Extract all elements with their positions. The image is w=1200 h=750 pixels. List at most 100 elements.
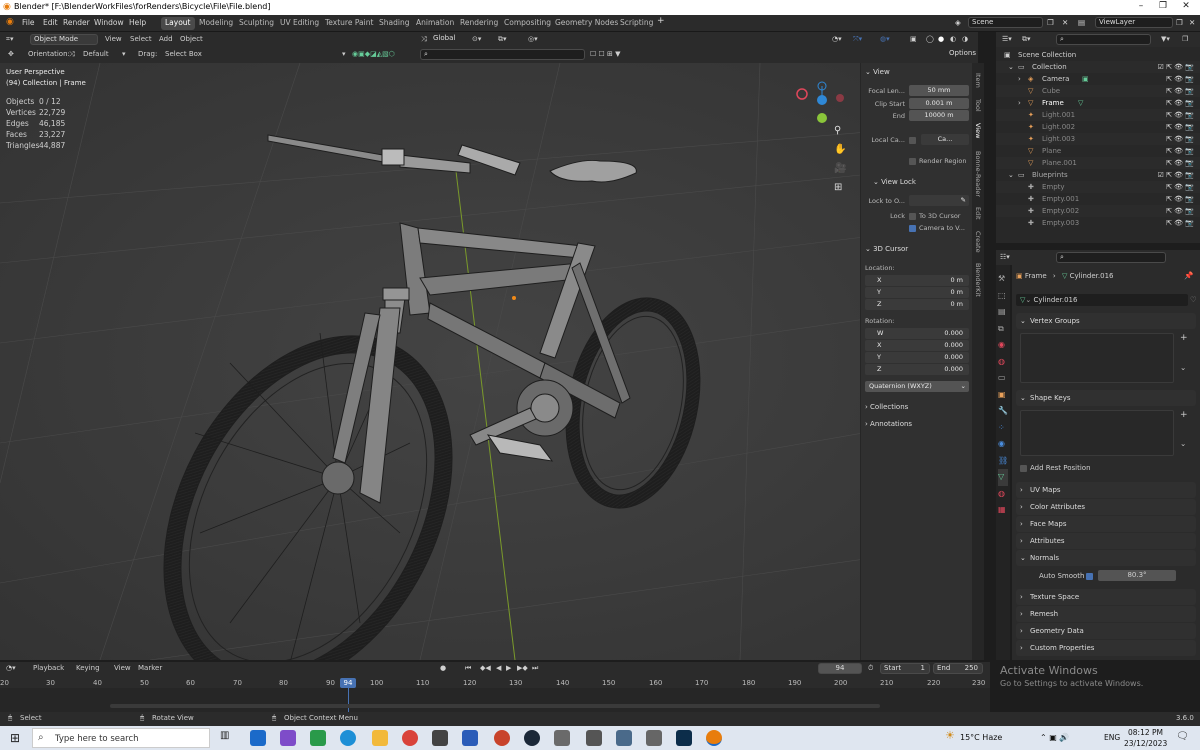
outliner-item[interactable]: ✚ Empty.001 ⇱ 👁 📷: [996, 193, 1200, 205]
timeline-editor-icon[interactable]: ◔▾: [6, 663, 16, 674]
outliner-root-row[interactable]: ▣ Scene Collection: [996, 49, 1200, 61]
play-icon[interactable]: ▶: [506, 663, 511, 674]
zoom-icon[interactable]: ⚲: [834, 125, 841, 136]
remesh-panel[interactable]: › Remesh: [1016, 606, 1196, 622]
outliner-item[interactable]: ✚ Empty ⇱ 👁 📷: [996, 181, 1200, 193]
blender-menu-icon[interactable]: ◉: [6, 17, 14, 27]
shape-key-menu-icon[interactable]: ⌄: [1180, 439, 1186, 448]
object-type-icons[interactable]: ◉▣◆◪◭▧⬡: [352, 49, 395, 60]
visibility-toggles[interactable]: ☑ ⇱ 👁 📷: [1158, 169, 1194, 181]
tab-blenderkit[interactable]: BlenderKit: [974, 263, 982, 297]
lock-to-object-field[interactable]: ✎: [909, 195, 969, 206]
3d-cursor-header[interactable]: ⌄ 3D Cursor: [865, 245, 908, 253]
tab-sculpting[interactable]: Sculpting: [235, 17, 278, 30]
pivot-icon[interactable]: ⊙▾: [472, 34, 481, 45]
menu-add[interactable]: Add: [159, 34, 173, 45]
visibility-toggles[interactable]: ⇱ 👁 📷: [1166, 109, 1194, 121]
cursor-location-z[interactable]: Z0 m: [865, 299, 969, 310]
visibility-toggles[interactable]: ⇱ 👁 📷: [1166, 181, 1194, 193]
cursor-location-x[interactable]: X0 m: [865, 275, 969, 286]
wireframe-shading-icon[interactable]: ◯: [926, 34, 934, 45]
snap-icon[interactable]: ⧉▾: [498, 34, 507, 45]
custom-properties-panel[interactable]: › Custom Properties: [1016, 640, 1196, 656]
mail-app-icon[interactable]: [250, 730, 266, 746]
cursor-rotation-w[interactable]: W 0.000: [865, 328, 969, 339]
app-icon[interactable]: [616, 730, 632, 746]
menu-playback[interactable]: Playback: [33, 663, 64, 674]
tab-rendering[interactable]: Rendering: [456, 17, 502, 30]
menu-view[interactable]: View: [114, 663, 131, 674]
3d-viewport[interactable]: ⚲ ✋ 🎥 ⊞: [0, 63, 978, 660]
tray-icons[interactable]: ⌃ ▣ 🔊: [1040, 733, 1069, 742]
camera-to-view-checkbox[interactable]: [909, 225, 916, 232]
display-mode-icon[interactable]: ⧉▾: [1022, 34, 1031, 45]
visibility-toggles[interactable]: ⇱ 👁 📷: [1166, 97, 1194, 109]
prev-keyframe-icon[interactable]: ◆◀: [480, 663, 491, 674]
outliner-item[interactable]: ✦ Light.003 ⇱ 👁 📷: [996, 133, 1200, 145]
new-scene-icon[interactable]: ❐: [1047, 18, 1054, 27]
clip-start-field[interactable]: 0.001 m: [909, 98, 969, 109]
taskbar-search-input[interactable]: ⌕ Type here to search: [32, 728, 210, 748]
add-shape-key-icon[interactable]: +: [1180, 410, 1188, 420]
word-app-icon[interactable]: [462, 730, 478, 746]
visibility-toggles[interactable]: ⇱ 👁 📷: [1166, 157, 1194, 169]
menu-help[interactable]: Help: [129, 18, 146, 27]
mode-dropdown[interactable]: Object Mode: [30, 34, 98, 45]
visibility-toggles[interactable]: ⇱ 👁 📷: [1166, 73, 1194, 85]
menu-marker[interactable]: Marker: [138, 663, 162, 674]
powerpoint-app-icon[interactable]: [494, 730, 510, 746]
fake-user-icon[interactable]: ♡: [1190, 295, 1197, 304]
scene-selector[interactable]: Scene: [968, 17, 1043, 28]
filter-icons[interactable]: ☐ ☐ ⊞ ▼: [590, 49, 620, 60]
camera-view-icon[interactable]: 🎥: [834, 161, 846, 174]
clock-date[interactable]: 23/12/2023: [1124, 739, 1167, 748]
next-keyframe-icon[interactable]: ▶◆: [517, 663, 528, 674]
filter-icon[interactable]: ▼▾: [1161, 34, 1170, 45]
filter-dropdown-icon[interactable]: ▾: [342, 49, 346, 60]
collections-header[interactable]: › Collections: [865, 403, 908, 411]
delete-scene-icon[interactable]: ✕: [1062, 18, 1068, 27]
transform-tool-icon[interactable]: ✥: [8, 49, 14, 60]
expand-icon[interactable]: ⌄: [1008, 169, 1014, 181]
properties-search-input[interactable]: ⌕: [1056, 252, 1166, 263]
current-frame-field[interactable]: 94: [818, 663, 862, 674]
photoshop-app-icon[interactable]: [676, 730, 692, 746]
tab-scripting[interactable]: Scripting: [616, 17, 657, 30]
menu-keying[interactable]: Keying: [76, 663, 100, 674]
tab-compositing[interactable]: Compositing: [500, 17, 555, 30]
unity-app-icon[interactable]: [432, 730, 448, 746]
auto-smooth-angle-field[interactable]: 80.3°: [1098, 570, 1176, 581]
new-viewlayer-icon[interactable]: ❐: [1176, 18, 1183, 27]
color-attributes-panel[interactable]: › Color Attributes: [1016, 499, 1196, 515]
properties-tab-icons[interactable]: ⚒ ⬚ ▤ ⧉ ◉ ◍ ▭ ▣ 🔧 ⁘ ◉ ⛓ ▽ ◍ ▦: [998, 271, 1009, 519]
options-dropdown[interactable]: Options: [946, 49, 976, 60]
app-icon[interactable]: [586, 730, 602, 746]
outliner-item[interactable]: ▽ Cube ⇱ 👁 📷: [996, 85, 1200, 97]
menu-view[interactable]: View: [105, 34, 122, 45]
to-3d-cursor-checkbox[interactable]: [909, 213, 916, 220]
uv-maps-panel[interactable]: › UV Maps: [1016, 482, 1196, 498]
tab-item[interactable]: Item: [974, 73, 982, 88]
pan-icon[interactable]: ✋: [834, 142, 846, 155]
menu-edit[interactable]: Edit: [43, 18, 58, 27]
face-maps-panel[interactable]: › Face Maps: [1016, 516, 1196, 532]
outliner-item[interactable]: ✚ Empty.002 ⇱ 👁 📷: [996, 205, 1200, 217]
expand-icon[interactable]: ›: [1018, 73, 1021, 85]
windows-start-icon[interactable]: ⊞: [10, 731, 20, 745]
gizmo-toggle-icon[interactable]: ⤧▾: [853, 34, 862, 45]
outliner-editor-icon[interactable]: ☰▾: [1002, 34, 1012, 45]
outliner-item[interactable]: ✦ Light.002 ⇱ 👁 📷: [996, 121, 1200, 133]
language-indicator[interactable]: ENG: [1104, 733, 1120, 742]
outliner-item[interactable]: ⌄ ▭ Blueprints ☑ ⇱ 👁 📷: [996, 169, 1200, 181]
timeline-scrollbar[interactable]: [110, 704, 880, 708]
annotations-header[interactable]: › Annotations: [865, 420, 912, 428]
mesh-datablock-selector[interactable]: ▽⌄ Cylinder.016: [1016, 294, 1188, 306]
clock-time[interactable]: 08:12 PM: [1128, 728, 1163, 737]
view-panel-header[interactable]: ⌄ View: [865, 68, 890, 76]
expand-icon[interactable]: ›: [1018, 97, 1021, 109]
add-vertex-group-icon[interactable]: +: [1180, 333, 1188, 343]
menu-file[interactable]: File: [22, 18, 35, 27]
expand-icon[interactable]: ⌄: [1008, 61, 1014, 73]
view-lock-header[interactable]: ⌄ View Lock: [873, 178, 916, 186]
rotation-mode-dropdown[interactable]: Quaternion (WXYZ) ⌄: [865, 381, 969, 392]
